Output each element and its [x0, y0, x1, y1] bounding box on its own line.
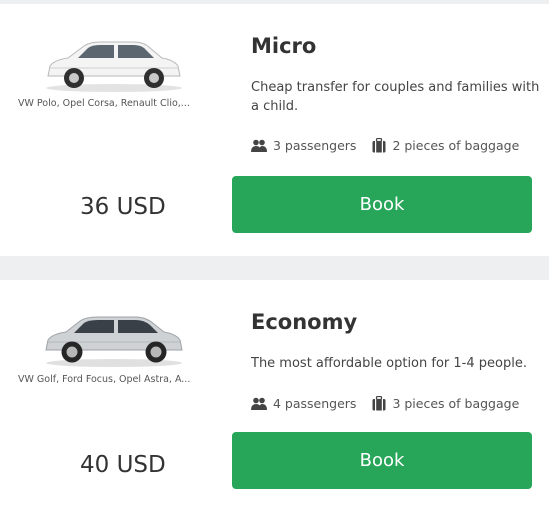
vehicle-capacity: 3 passengers 2 pieces of baggage: [251, 138, 519, 153]
car-models: VW Golf, Ford Focus, Opel Astra, A...: [18, 374, 191, 385]
passengers-icon: [251, 139, 267, 152]
car-models: VW Polo, Opel Corsa, Renault Clio,...: [18, 98, 190, 109]
baggage-icon: [372, 396, 386, 411]
price: 36 USD: [80, 194, 166, 220]
vehicle-description: The most affordable option for 1-4 peopl…: [251, 356, 527, 371]
price: 40 USD: [80, 452, 166, 478]
baggage-count: 3 pieces of baggage: [392, 396, 520, 411]
vehicle-description: Cheap transfer for couples and families …: [251, 80, 540, 114]
car-image: [46, 41, 182, 92]
vehicle-class-title: Economy: [251, 310, 358, 334]
passengers-icon: [251, 397, 267, 410]
car-image: [45, 316, 183, 367]
vehicle-card-economy: VW Golf, Ford Focus, Opel Astra, A... Ec…: [0, 280, 549, 510]
vehicle-card-micro: VW Polo, Opel Corsa, Renault Clio,... Mi…: [0, 4, 549, 256]
baggage-count: 2 pieces of baggage: [392, 138, 520, 153]
book-button[interactable]: Book: [232, 432, 532, 489]
passenger-count: 3 passengers: [273, 138, 357, 153]
vehicle-capacity: 4 passengers 3 pieces of baggage: [251, 396, 519, 411]
passenger-count: 4 passengers: [273, 396, 357, 411]
baggage-icon: [372, 138, 386, 153]
book-button[interactable]: Book: [232, 176, 532, 233]
vehicle-class-title: Micro: [251, 34, 317, 58]
